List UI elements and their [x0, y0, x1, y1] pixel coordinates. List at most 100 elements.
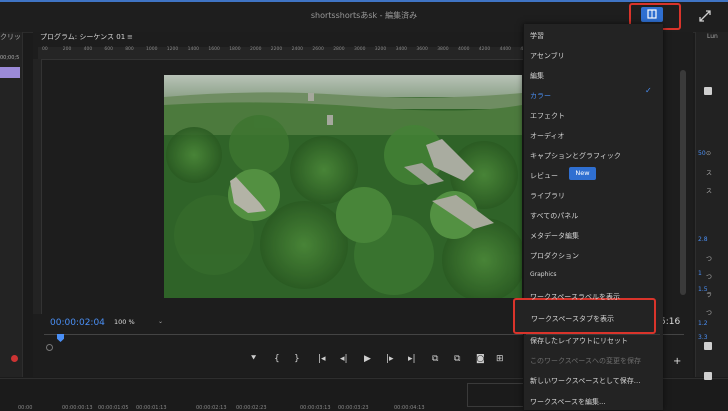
workspaces-button[interactable]: [641, 7, 663, 22]
timeline-label: 00:00:03:23: [338, 405, 369, 411]
scroll-handle-left[interactable]: [46, 344, 53, 351]
go-to-in-icon[interactable]: |◂: [318, 354, 326, 364]
ruler-label: 800: [125, 47, 134, 52]
timeline-tab[interactable]: [467, 383, 525, 407]
ruler-label: 00: [42, 47, 48, 52]
ruler-label: 2800: [333, 47, 345, 52]
video-preview: [164, 75, 522, 298]
menu-item[interactable]: ワークスペースタブを表示: [531, 314, 614, 324]
jungle-aerial-image: [164, 75, 522, 298]
menu-item[interactable]: オーディオ: [530, 131, 565, 141]
timeline-label: 00:00:01:13: [136, 405, 167, 411]
ruler-label: 4400: [499, 47, 512, 52]
duration-timecode: 5:16: [660, 317, 681, 327]
comparison-icon[interactable]: ⊞: [496, 354, 504, 364]
menu-item[interactable]: ワークスペースラベルを表示: [530, 292, 620, 302]
ruler-label: 1400: [187, 47, 200, 52]
ruler-label: 1000: [146, 47, 158, 52]
monitor-scrollbar[interactable]: [680, 70, 686, 295]
lift-icon[interactable]: ⧉: [432, 354, 438, 364]
step-back-icon[interactable]: ◂|: [340, 354, 348, 364]
lumetri-value[interactable]: 1.2: [698, 320, 708, 327]
timeline-label: 00:00:00:13: [62, 405, 93, 411]
go-to-out-icon[interactable]: ▸|: [408, 354, 416, 364]
play-icon[interactable]: ▶: [364, 354, 371, 364]
lumetri-value[interactable]: 1.5: [698, 286, 708, 293]
menu-item[interactable]: 学習: [530, 31, 544, 41]
fullscreen-icon[interactable]: [698, 8, 712, 22]
marker-icon[interactable]: ⯆: [250, 354, 257, 364]
add-button[interactable]: +: [673, 356, 681, 367]
menu-item[interactable]: アセンブリ: [530, 51, 565, 61]
ruler-label: 3200: [374, 47, 387, 52]
lumetri-checkbox[interactable]: [704, 342, 712, 350]
timeline-label: 00:00:01:05: [98, 405, 129, 411]
menu-item[interactable]: メタデータ編集: [530, 231, 579, 241]
new-badge: New: [569, 167, 596, 180]
menu-item[interactable]: 編集: [530, 71, 544, 81]
timeline-label: 00:00:04:13: [394, 405, 425, 411]
clip-timecode: 00;00;5: [0, 55, 20, 61]
vertical-ruler: [33, 59, 42, 314]
menu-item[interactable]: カラー: [530, 91, 551, 101]
lumetri-value[interactable]: 1: [698, 270, 702, 277]
workspace-icon: [647, 9, 657, 19]
ruler-label: 400: [83, 47, 93, 52]
extract-icon[interactable]: ⧉: [454, 354, 460, 364]
lumetri-glyph: ス: [706, 170, 713, 177]
step-forward-icon[interactable]: |▸: [386, 354, 394, 364]
lumetri-value[interactable]: 2.8: [698, 236, 708, 243]
timeline-label: 00:00:03:13: [300, 405, 331, 411]
menu-item: このワークスペースへの変更を保存: [530, 357, 641, 365]
menu-item[interactable]: ライブラリ: [530, 191, 565, 201]
lumetri-value[interactable]: 3.3: [698, 334, 708, 341]
menu-item[interactable]: すべてのパネル: [530, 211, 578, 221]
menu-item[interactable]: 保存したレイアウトにリセット: [530, 336, 628, 346]
zoom-select[interactable]: 100 % ⌄: [114, 318, 166, 328]
lumetri-glyph: つ: [706, 310, 713, 317]
menu-item[interactable]: ワークスペースを編集...: [530, 397, 606, 407]
scroll-handle[interactable]: [11, 355, 18, 362]
menu-item[interactable]: キャプションとグラフィック: [530, 151, 621, 161]
ruler-label: 2000: [250, 47, 262, 52]
chevron-down-icon: ⌄: [158, 318, 164, 325]
ruler-label: 3600: [416, 47, 428, 52]
lumetri-title: Lun: [707, 33, 718, 40]
zoom-value: 100 %: [114, 318, 135, 326]
in-point-icon[interactable]: {: [274, 354, 280, 364]
menu-divider: [526, 334, 660, 335]
app-title: shortsshortsあsk - 編集済み: [310, 11, 418, 20]
lumetri-glyph: つ: [706, 274, 713, 281]
lumetri-glyph: つ: [706, 256, 713, 263]
clip-bar[interactable]: [0, 67, 20, 78]
out-point-icon[interactable]: }: [294, 354, 300, 364]
lumetri-checkbox[interactable]: [704, 87, 712, 95]
menu-item[interactable]: 新しいワークスペースとして保存...: [530, 376, 640, 386]
checkmark-icon: ✓: [645, 86, 652, 95]
transport-controls: ⯆ { } |◂ ◂| ▶ |▸ ▸| ⧉ ⧉ ◙ ⊞: [240, 354, 540, 374]
ruler-label: 2400: [291, 47, 304, 52]
lumetri-value[interactable]: 50: [698, 150, 706, 157]
ruler-label: 4200: [478, 47, 491, 52]
program-monitor-title[interactable]: プログラム: シーケンス 01: [40, 32, 125, 42]
lumetri-glyph: ス: [706, 188, 713, 195]
ruler-label: 1600: [208, 47, 220, 52]
clip-tab[interactable]: クリッ: [0, 32, 22, 44]
ruler-label: 2600: [312, 47, 324, 52]
panel-menu-icon[interactable]: ≡: [127, 33, 133, 41]
timeline-label: 00:00: [18, 405, 33, 411]
timeline-label: 00:00:02:23: [236, 405, 267, 411]
export-frame-icon[interactable]: ◙: [476, 354, 485, 364]
menu-item[interactable]: Graphics: [530, 271, 557, 278]
menu-item[interactable]: レビュー: [530, 171, 558, 181]
ruler-label: 3400: [395, 47, 408, 52]
menu-item[interactable]: エフェクト: [530, 111, 565, 121]
current-timecode[interactable]: 00:00:02:04: [50, 318, 105, 328]
lumetri-glyph: ⊙: [706, 150, 712, 157]
ruler-label: 1200: [166, 47, 179, 52]
title-bar-accent: [0, 0, 728, 2]
lumetri-checkbox[interactable]: [704, 372, 712, 380]
menu-item[interactable]: プロダクション: [530, 251, 579, 261]
ruler-label: 1800: [229, 47, 241, 52]
ruler-labels: 00 200 400 600 800 1000 1200 1400 1600 1800 2000 22…: [38, 47, 532, 59]
